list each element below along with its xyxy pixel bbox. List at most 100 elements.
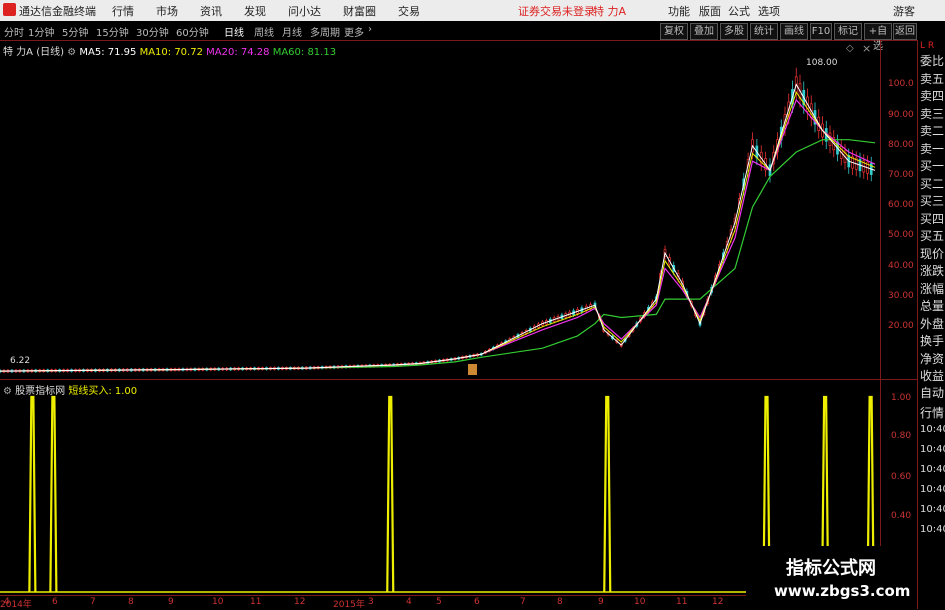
- period-monthly[interactable]: 月线: [282, 24, 302, 39]
- guest-label[interactable]: 游客: [893, 3, 915, 19]
- menu-layout[interactable]: 版面: [699, 3, 721, 19]
- x-label: 5: [436, 597, 442, 607]
- x-label: 8: [128, 597, 134, 607]
- indicator-tick-1: 1.00: [891, 393, 912, 403]
- menu-news[interactable]: 资讯: [200, 3, 222, 19]
- panel-corner-label[interactable]: L R: [920, 41, 934, 51]
- period-30min[interactable]: 30分钟: [136, 24, 169, 39]
- side-lower-label: 10:40: [920, 444, 945, 455]
- period-toolbar: 分时 1分钟 5分钟 15分钟 30分钟 60分钟 日线 周线 月线 多周期 更…: [0, 21, 945, 52]
- period-15min[interactable]: 15分钟: [96, 24, 129, 39]
- x-label: 7: [520, 597, 526, 607]
- period-daily[interactable]: 日线: [224, 24, 244, 39]
- x-label: 4: [406, 597, 412, 607]
- x-label: 3: [368, 597, 374, 607]
- menu-function[interactable]: 功能: [668, 3, 690, 19]
- draw-button[interactable]: 画线: [780, 23, 808, 40]
- side-label: 涨跌: [920, 264, 945, 278]
- x-label: 6: [474, 597, 480, 607]
- x-label: 8: [557, 597, 563, 607]
- watermark-title: 指标公式网: [786, 558, 876, 579]
- menu-quotes[interactable]: 行情: [112, 3, 134, 19]
- high-price-label: 108.00: [806, 58, 838, 68]
- indicator-tick-06: 0.60: [891, 472, 912, 482]
- side-label: 委比: [920, 54, 945, 68]
- side-lower-label: 10:40: [920, 424, 945, 435]
- side-label: 总量: [920, 299, 945, 313]
- buy-signal-spike: [603, 395, 612, 593]
- multistock-button[interactable]: 多股: [720, 23, 748, 40]
- price-tick-30: 30.00: [888, 291, 914, 301]
- mark-button[interactable]: 标记: [834, 23, 862, 40]
- menu-options[interactable]: 选项: [758, 3, 780, 19]
- add-favorite-button[interactable]: +自选: [864, 23, 892, 52]
- buy-signal-spike: [49, 395, 58, 593]
- collapse-diamond-icon[interactable]: ◇: [846, 43, 854, 54]
- side-label: 卖五: [920, 71, 945, 86]
- candlesticks: [0, 67, 873, 374]
- side-lower-label: 10:40: [920, 484, 945, 495]
- x-label: 11: [676, 597, 688, 607]
- x-label: 12: [294, 597, 306, 607]
- login-status[interactable]: 证券交易未登录: [518, 3, 595, 19]
- x-label: 10: [212, 597, 224, 607]
- side-label: 卖四: [920, 89, 945, 103]
- x-label: 9: [598, 597, 604, 607]
- side-label: 收益: [920, 369, 945, 383]
- price-chart[interactable]: [0, 56, 880, 378]
- x-label: 12: [712, 597, 724, 607]
- ma5-line: [0, 83, 876, 372]
- watermark-url: www.zbgs3.com: [774, 582, 911, 600]
- adjust-button[interactable]: 复权: [660, 23, 688, 40]
- event-marker-icon[interactable]: [468, 364, 477, 375]
- price-tick-90: 90.00: [888, 110, 914, 120]
- menu-discover[interactable]: 发现: [244, 3, 266, 19]
- indicator-tick-08: 0.80: [891, 431, 912, 441]
- more-arrow-icon[interactable]: ›: [368, 24, 372, 35]
- menu-trade[interactable]: 交易: [398, 3, 420, 19]
- quote-side-panel: L R 委比 卖五 卖四 卖三 卖二 卖一 买一 买二 买三 买四 买五 现价 涨跌 涨幅 总量 外盘 换手 净资…: [917, 40, 945, 609]
- side-lower-label: 行情: [920, 406, 945, 420]
- period-multi[interactable]: 多周期: [310, 24, 340, 39]
- x-label: 4: [4, 597, 10, 607]
- side-label: 买四: [920, 211, 945, 226]
- menu-assistant[interactable]: 问小达: [288, 3, 321, 19]
- period-more[interactable]: 更多: [344, 24, 364, 39]
- price-tick-70: 70.00: [888, 170, 914, 180]
- side-label: 外盘: [920, 316, 945, 331]
- side-label: 涨幅: [920, 281, 945, 296]
- side-label: 卖二: [920, 124, 945, 138]
- ma20-line: [0, 98, 876, 372]
- ma10-line: [0, 91, 876, 372]
- price-tick-20: 20.00: [888, 321, 914, 331]
- back-button[interactable]: 返回: [893, 23, 917, 40]
- side-label: 买五: [920, 229, 945, 243]
- buy-signal-spike: [28, 395, 37, 593]
- menu-market[interactable]: 市场: [156, 3, 178, 19]
- app-logo-icon: [3, 3, 16, 16]
- period-60min[interactable]: 60分钟: [176, 24, 209, 39]
- side-label: 买一: [920, 159, 945, 173]
- chart-close-icon[interactable]: ×: [862, 42, 871, 55]
- side-label: 换手: [920, 334, 945, 348]
- low-price-label: 6.22: [10, 356, 31, 366]
- period-1min[interactable]: 1分钟: [28, 24, 54, 39]
- stats-button[interactable]: 统计: [750, 23, 778, 40]
- side-label: 卖三: [920, 106, 945, 121]
- price-tick-50: 50.00: [888, 230, 914, 240]
- period-5min[interactable]: 5分钟: [62, 24, 88, 39]
- menu-wealth[interactable]: 财富圈: [343, 3, 376, 19]
- f10-button[interactable]: F10: [810, 23, 832, 40]
- side-lower-label: 10:40: [920, 464, 945, 475]
- side-label: 卖一: [920, 141, 945, 156]
- side-lower-label: 自动: [920, 386, 945, 400]
- price-tick-40: 40.00: [888, 261, 914, 271]
- period-tick[interactable]: 分时: [4, 24, 24, 39]
- side-label: 买三: [920, 194, 945, 208]
- menu-formula[interactable]: 公式: [728, 3, 750, 19]
- side-label: 买二: [920, 176, 945, 191]
- period-weekly[interactable]: 周线: [254, 24, 274, 39]
- overlay-button[interactable]: 叠加: [690, 23, 718, 40]
- watermark: 指标公式网 www.zbgs3.com: [746, 546, 917, 609]
- x-label: 11: [250, 597, 262, 607]
